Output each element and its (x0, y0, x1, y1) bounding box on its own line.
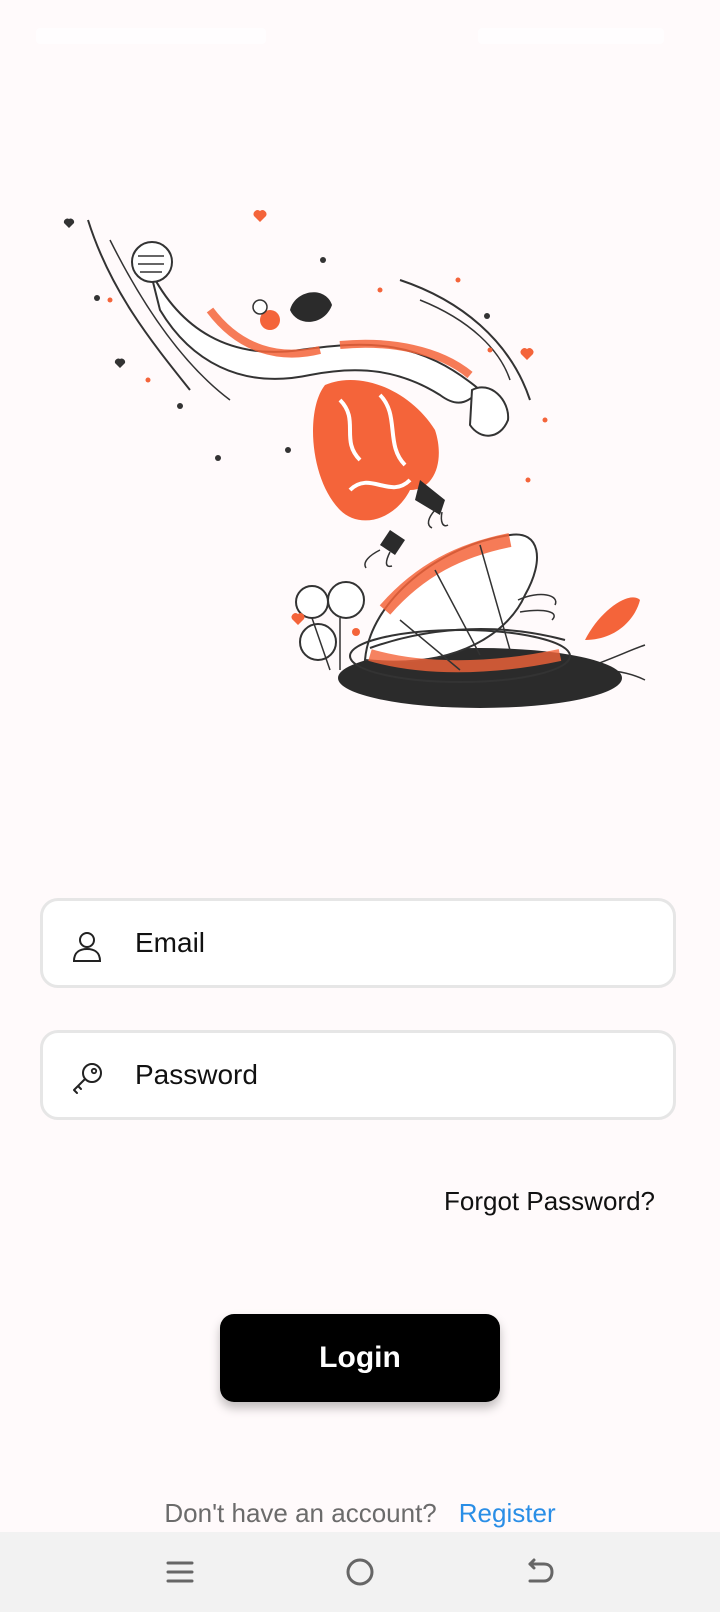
password-input[interactable] (135, 1033, 635, 1117)
email-input[interactable] (135, 901, 635, 985)
back-icon[interactable] (520, 1552, 560, 1592)
menu-icon[interactable] (160, 1552, 200, 1592)
home-circle-icon[interactable] (340, 1552, 380, 1592)
person-icon (72, 932, 102, 962)
key-icon (73, 1063, 102, 1094)
status-bar (0, 0, 720, 72)
email-field[interactable] (40, 898, 676, 988)
register-link[interactable]: Register (459, 1498, 556, 1528)
register-prompt: Don't have an account? Register (0, 1498, 720, 1529)
status-bar-left-icons (36, 28, 266, 44)
system-nav-bar (0, 1532, 720, 1612)
status-bar-right-icons (478, 28, 664, 44)
forgot-password-link[interactable]: Forgot Password? (444, 1186, 655, 1217)
register-question: Don't have an account? (164, 1498, 437, 1528)
hero-illustration (63, 210, 646, 708)
password-field[interactable] (40, 1030, 676, 1120)
login-button[interactable]: Login (220, 1314, 500, 1402)
